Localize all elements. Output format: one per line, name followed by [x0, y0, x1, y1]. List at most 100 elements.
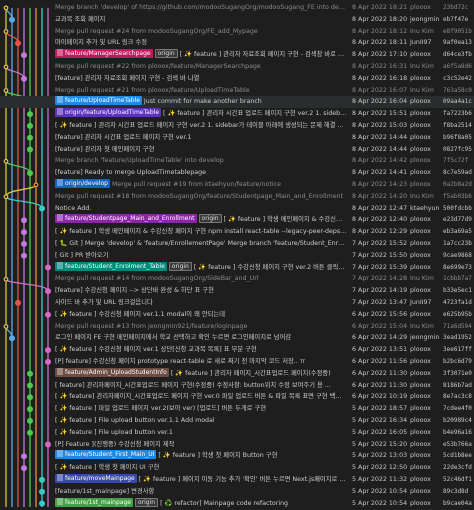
branch-tag[interactable]: origin/develop: [55, 179, 110, 188]
commit-row[interactable]: [ ✨ feature ] 수강신청 페이지 ver.1 상단[신청 교과목 목…: [0, 344, 474, 356]
commit-row[interactable]: 마이페이지 추가 및 URL 링크 수정 8 Apr 2022 18:11 JunI…: [0, 37, 474, 49]
commit-message-text: [ ✨ feature ] 학생 메인페이지 & 수강신청 페이지 ...: [223, 216, 347, 224]
branch-tag[interactable]: feature/moveMainpage: [55, 474, 137, 483]
commit-row[interactable]: feature/Student_First_Main_UI[ ✨ feature…: [0, 450, 474, 462]
commit-row[interactable]: [ 🐛 Git ] Merge 'develop' & 'feature/Enr…: [0, 238, 474, 250]
commit-hash: 71a6d594: [443, 322, 472, 330]
commit-row[interactable]: feature/ManagerSearchpage origin [ ✨ featu…: [0, 49, 474, 61]
remote-origin-tag[interactable]: origin: [154, 49, 178, 59]
branch-tag[interactable]: feature/Admin_UploadStudentInfo: [55, 367, 169, 377]
commit-message: 마이페이지 추가 및 URL 링크 수정: [55, 37, 347, 49]
branch-tag[interactable]: feature/Student_Enrolment_Table: [55, 261, 167, 271]
commit-row[interactable]: origin/develop Merge pull request #19 fro…: [0, 179, 474, 191]
commit-date: 8 Apr 2022 14:23: [352, 181, 408, 188]
commit-row[interactable]: Notice Add. 8 Apr 2022 12:47 ktaehyun 500fd…: [0, 203, 474, 215]
branch-tag[interactable]: origin/feature/UploadTimeTable: [55, 108, 162, 118]
commit-row[interactable]: 교과목 조회 페이지 8 Apr 2022 18:20 jeongmin eb7f47…: [0, 14, 474, 26]
remote-origin-tag[interactable]: origin: [198, 214, 222, 224]
commit-row[interactable]: [ ✨ feature ] 수강신청 페이지 ver.1.1 modal이 왜 …: [0, 309, 474, 321]
commit-row[interactable]: Merge pull request #14 from modooSugangO…: [0, 273, 474, 285]
commit-row[interactable]: feature/1st_mainpage origin [ ♻️ refactor]…: [0, 497, 474, 510]
commit-author: JunII97: [410, 39, 432, 47]
commit-row[interactable]: [ feature] 관리자페이지_시간표업로드 페이지 구현(수정중) 수정사…: [0, 380, 474, 392]
commit-author: plooox: [410, 122, 431, 129]
commit-row[interactable]: [ ✨ feature ] 학생 메인페이지 & 수강신청 페이지 구현 npm…: [0, 226, 474, 238]
commit-row[interactable]: [feature] 관리자 자료조회 페이지 구현 - 검색 바 나열 8 Apr…: [0, 73, 474, 85]
commit-message-text: [ ✨ feature ] 파일 업로드 페이지 ver.2(보아 ver) […: [55, 405, 267, 413]
commit-row[interactable]: [feature] 수강신청 페이지 --> 상단바 완성 & 하단 표 구현 7…: [0, 285, 474, 297]
commit-row[interactable]: [feature] 관리자 시간표 업로드 페이지 구현 ver.1 8 Apr …: [0, 132, 474, 144]
commit-row[interactable]: Merge pull request #21 from plooox/featu…: [0, 85, 474, 97]
commit-row[interactable]: [ Git ] PR 받아오기 7 Apr 2022 15:50 plooox 9ca…: [0, 250, 474, 262]
commit-date: 6 Apr 2022 10:19: [352, 393, 408, 401]
commit-row[interactable]: Merge pull request #24 from modooSugangO…: [0, 26, 474, 38]
branch-tag-label: feature/moveMainpage: [65, 475, 135, 482]
commit-date: 6 Apr 2022 11:30: [352, 381, 408, 389]
commit-row[interactable]: Merge pull request #22 from plooox/featu…: [0, 61, 474, 73]
branch-tag[interactable]: feature/1st_mainpage: [55, 497, 133, 507]
commit-date: 8 Apr 2022 15:51: [352, 110, 408, 118]
commit-row[interactable]: [P] Feature ](진행중) 수강신청 페이지 제작 5 Apr 2022…: [0, 439, 474, 451]
commit-row[interactable]: [feature] 관리자 첫 메인페이지 구현 8 Apr 2022 14:44…: [0, 144, 474, 156]
commit-author: plooox: [410, 405, 431, 413]
commit-message: Merge branch 'feature/UploadTimeTable' i…: [55, 155, 347, 167]
commit-date: 8 Apr 2022 15:03: [352, 122, 408, 129]
commit-message-text: [ ✨ feature ] 수강신청 페이지 ver.1 상단[신청 교과목 목…: [55, 346, 257, 354]
commit-row[interactable]: [ ✨ feature ] 파일 업로드 페이지 ver.2(보아 ver) […: [0, 403, 474, 415]
commit-row[interactable]: Merge pull request #13 from jeongmin921/…: [0, 321, 474, 333]
commit-row[interactable]: 로그인 페이지 FE 구현 메인페이지에서 학교 선택하고 확인 누르면 로그인…: [0, 332, 474, 344]
commit-date: 7 Apr 2022 15:39: [352, 263, 408, 271]
commit-row[interactable]: [feature/1st_mainpage] 변경사항 5 Apr 2022 10…: [0, 486, 474, 498]
commit-hash: 89c3d8d: [443, 487, 469, 495]
commit-row[interactable]: [ ✨ feature ] File upload button ver.1 5 …: [0, 427, 474, 439]
commit-row[interactable]: Merge branch 'develop' of https://github…: [0, 2, 474, 14]
commit-date: 7 Apr 2022 15:50: [352, 251, 408, 259]
commit-hash: 3ee617ff: [443, 346, 472, 354]
branch-tag[interactable]: feature/UploadTimeTable: [55, 96, 142, 106]
commit-row[interactable]: [ ✨ feature] 관리자페이지_시간표업로드 페이지 구현 ver.0 …: [0, 391, 474, 403]
commit-row[interactable]: [ ✨ feature ] 학생 첫 페이지 UI 구현 5 Apr 2022 1…: [0, 462, 474, 474]
commit-row[interactable]: [feature] Ready to merge UploadTimetable…: [0, 167, 474, 179]
commit-row[interactable]: Merge branch 'feature/UploadTimeTable' i…: [0, 155, 474, 167]
commit-message-text: Merge branch 'feature/UploadTimeTable' i…: [55, 157, 224, 165]
commit-message-text: [feature] Ready to merge UploadTimetable…: [55, 169, 207, 177]
commit-message: feature/1st_mainpage origin [ ♻️ refactor]…: [55, 497, 347, 510]
commit-author: plooox: [410, 310, 431, 318]
commit-row[interactable]: Merge pull request #18 from modooSugangO…: [0, 191, 474, 203]
commit-row[interactable]: 사이드 바 추가 및 URL 링크걸음니다 7 Apr 2022 13:47 Jun…: [0, 297, 474, 309]
commit-hash: 7f5c72f: [443, 157, 469, 165]
commit-message: [ ✨ feature ] File upload button ver.1.1…: [55, 415, 347, 427]
branch-icon: [57, 367, 63, 375]
commit-author: plooox: [410, 133, 431, 141]
commit-date: 5 Apr 2022 13:03: [352, 452, 408, 460]
commit-row[interactable]: feature/Admin_UploadStudentInfo[ ✨ featu…: [0, 367, 474, 380]
commit-hash: eb3a69a5: [443, 228, 472, 236]
commit-date: 5 Apr 2022 11:32: [352, 476, 408, 483]
remote-origin-tag[interactable]: origin: [134, 497, 159, 507]
branch-tag[interactable]: feature/ManagerSearchpage: [55, 49, 153, 59]
commit-author: plooox: [410, 51, 431, 59]
commit-message-text: Merge pull request #19 from ktaehyun/fea…: [112, 181, 281, 188]
commit-row[interactable]: feature/moveMainpage[ ✨ feature ] 페이지 이동…: [0, 474, 474, 486]
commit-message-text: [feature] 수강신청 페이지 --> 상단바 완성 & 하단 표 구현: [55, 287, 214, 295]
commit-row[interactable]: origin/feature/UploadTimeTable[ ✨ featur…: [0, 108, 474, 120]
commit-row[interactable]: feature/Student_Enrolment_Table origin [ ✨…: [0, 261, 474, 274]
commit-date: 8 Apr 2022 12:40: [352, 216, 408, 224]
commit-hash: 23bd72c: [443, 4, 469, 11]
branch-tag[interactable]: feature/Student_First_Main_UI: [55, 450, 157, 460]
commit-hash: 1a7cc23b: [443, 240, 472, 247]
remote-origin-tag[interactable]: origin: [168, 261, 192, 271]
commit-hash: 0a2b8a2d: [443, 181, 472, 188]
commit-author: Inu Kim: [410, 27, 434, 35]
commit-row[interactable]: [P] feature] 수강신청 페이지 prototype react-ta…: [0, 356, 474, 368]
commit-row[interactable]: [ ✨ feature ] File upload button ver.1.1…: [0, 415, 474, 427]
branch-tag[interactable]: feature/Studentpage_Main_and_Enrollment: [55, 214, 197, 224]
commit-message: feature/UploadTimeTable Just commit for m…: [55, 96, 347, 108]
commit-message: Merge pull request #21 from plooox/featu…: [55, 85, 347, 97]
commit-author: plooox: [410, 98, 431, 106]
commit-author: Inu Kim: [410, 192, 434, 200]
commit-author: Inu Kim: [410, 322, 434, 330]
commit-row[interactable]: [ ✨ feature ] 관리자 시간표 업로드 페이지 구현 ver.2 1…: [0, 120, 474, 132]
commit-row[interactable]: feature/Studentpage_Main_and_Enrollment o…: [0, 214, 474, 226]
commit-row[interactable]: feature/UploadTimeTable Just commit for m…: [0, 96, 474, 109]
